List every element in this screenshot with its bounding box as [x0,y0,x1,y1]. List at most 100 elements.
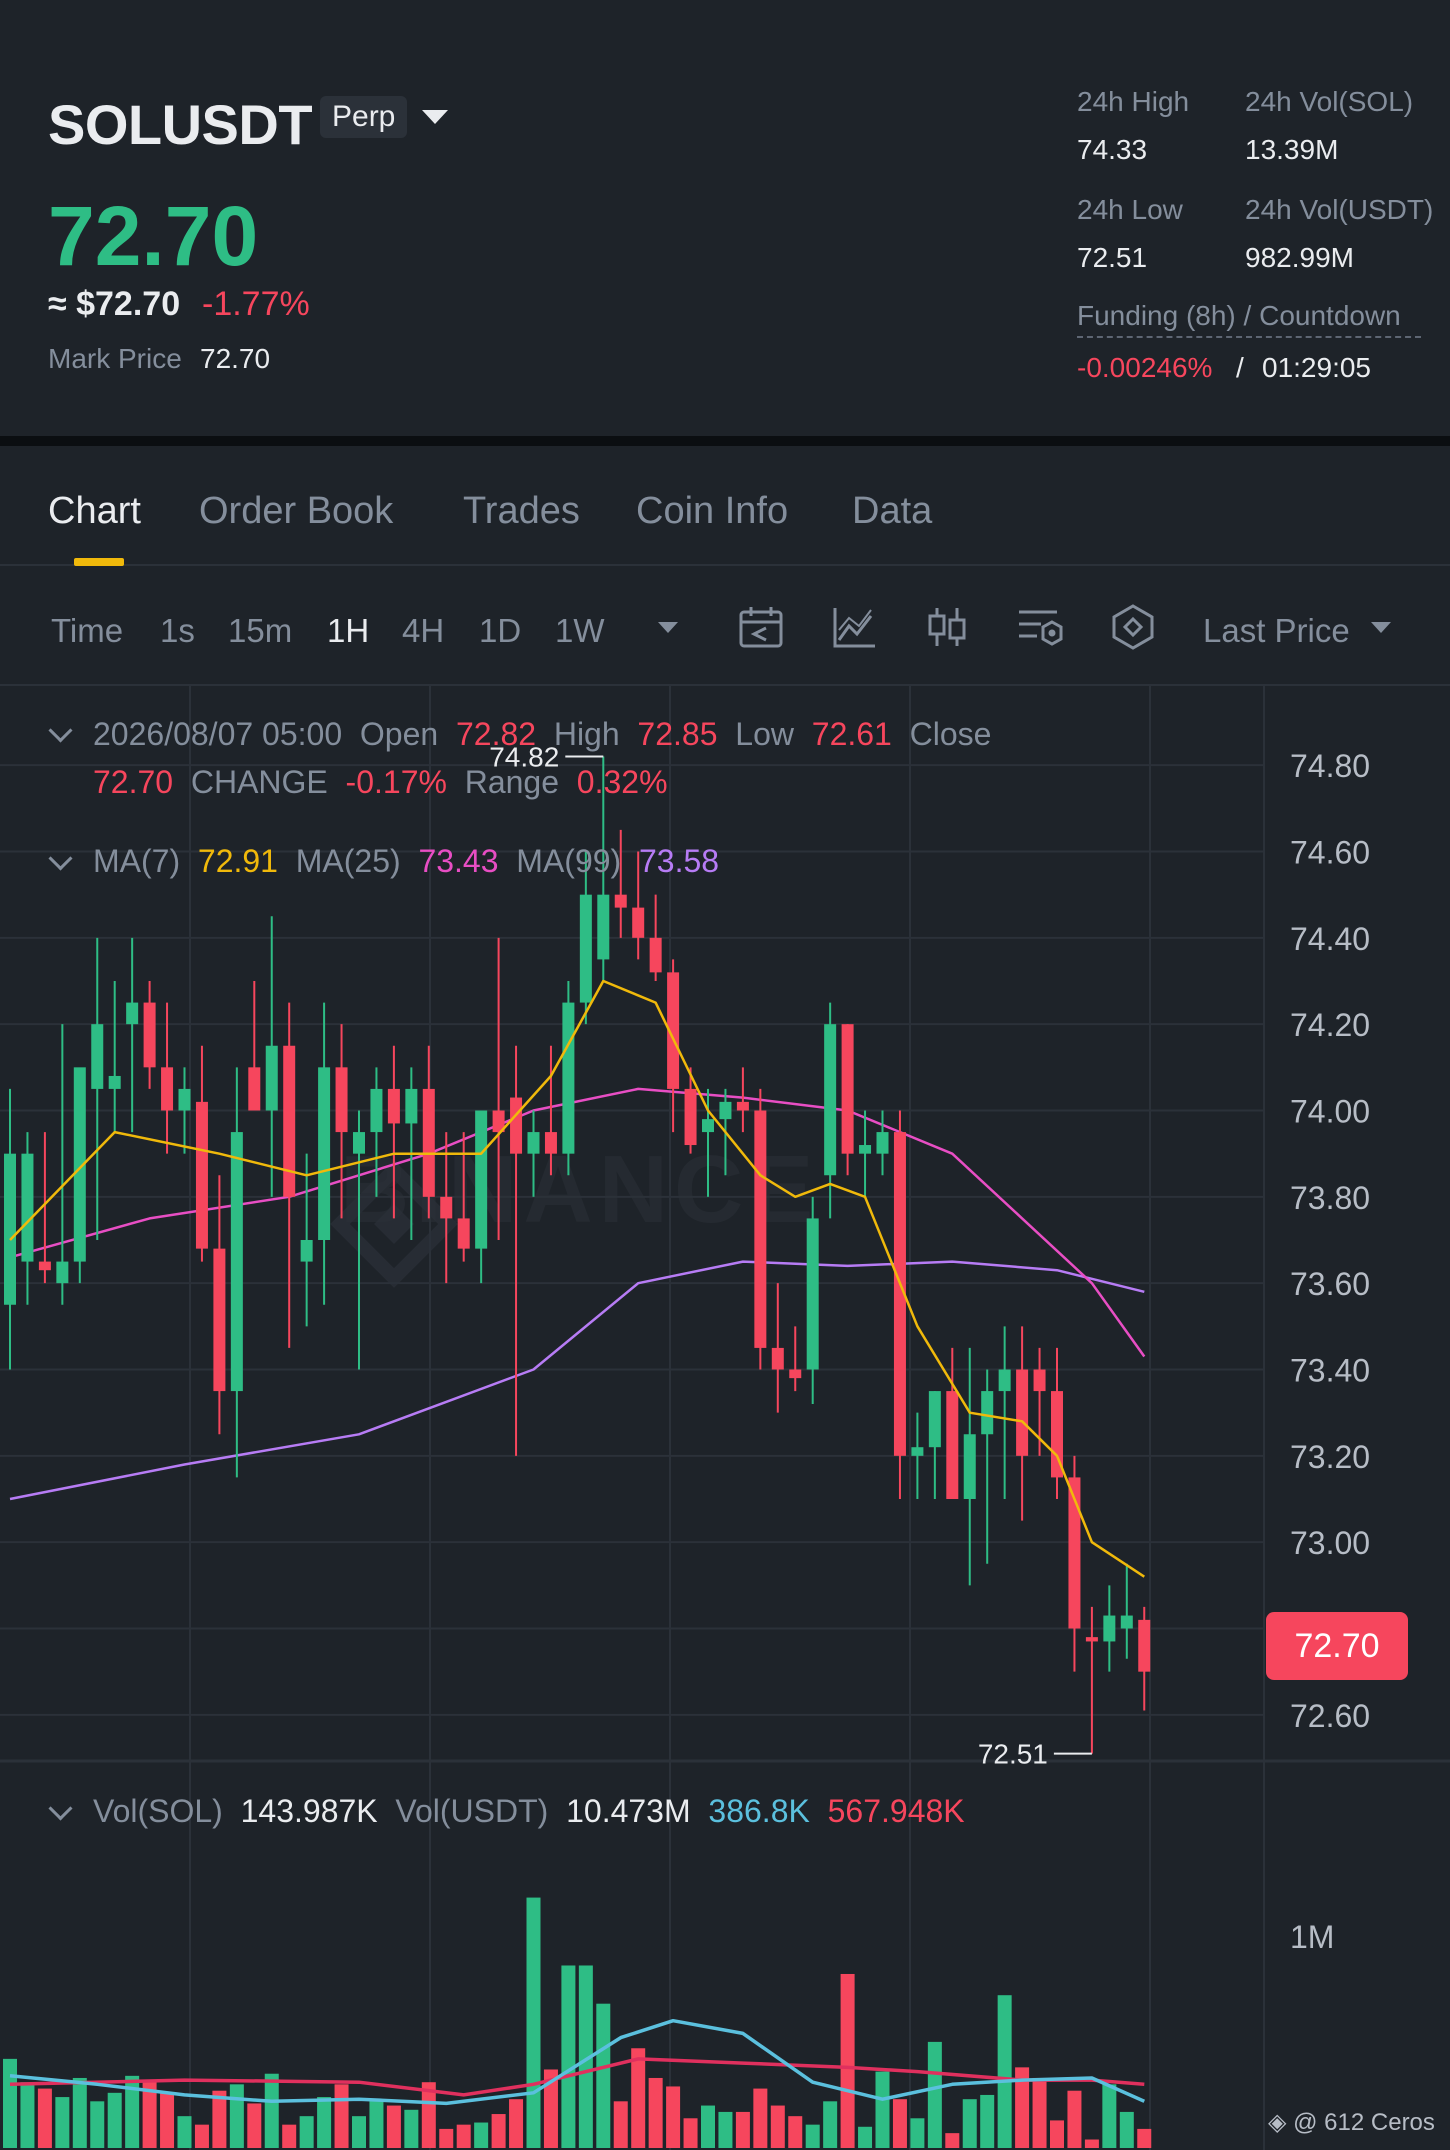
funding-rate: -0.00246% [1077,352,1213,383]
tab-trades[interactable]: Trades [463,490,580,533]
price-tick-label: 74.00 [1290,1094,1370,1130]
stat-vol-sol-value: 13.39M [1245,134,1339,165]
usd-price: ≈ $72.70 [48,285,181,323]
candle-down [632,907,645,938]
ohlc-row-2: 72.70 CHANGE -0.17% Range 0.32% [93,764,668,801]
timeframe-1w[interactable]: 1W [555,612,605,650]
price-tick-label: 73.80 [1290,1180,1370,1216]
volume-bar [20,2082,35,2148]
volume-bar [352,2116,366,2148]
funding-label[interactable]: Funding (8h) / Countdown [1077,300,1421,338]
volume-bar [55,2097,70,2148]
volume-bar [718,2111,733,2148]
candle-down [213,1248,226,1392]
timeframe-15m[interactable]: 15m [228,612,292,650]
candle-down [510,1097,523,1154]
candle-down [38,1261,51,1271]
chart-settings-icon[interactable] [1017,604,1063,650]
volume-bar [282,2124,297,2148]
stat-high-label: 24h High [1077,86,1190,117]
candle-up [859,1145,872,1154]
volume-bar [823,2101,838,2148]
timeframe-1d[interactable]: 1D [479,612,521,650]
volume-bar [177,2116,192,2148]
tab-coin-info[interactable]: Coin Info [636,490,788,533]
volume-bar [107,2092,122,2148]
candle-up [527,1132,540,1154]
candle-up [178,1088,191,1111]
timeframe-4h[interactable]: 4H [402,612,444,650]
volume-bar [334,2084,349,2148]
candle-down [161,1067,174,1111]
volume-bar [1050,2120,1064,2148]
candle-up [1120,1615,1133,1629]
vol-ma10-value: 567.948K [827,1793,965,1829]
volume-bar [666,2086,681,2148]
tab-order-book[interactable]: Order Book [199,490,393,533]
price-type-select[interactable]: Last Price [1203,612,1350,650]
symbol-name[interactable]: SOLUSDT [48,92,313,157]
candle-up [702,1119,714,1133]
more-timeframes-icon[interactable] [658,622,678,633]
candle-up [370,1088,383,1133]
timeframe-1s[interactable]: 1s [160,612,195,650]
candle-up [21,1153,34,1262]
candle-up [981,1391,994,1435]
candle-up [824,1024,837,1176]
timeframe-1h[interactable]: 1H [327,612,369,650]
low-label: Low [735,716,794,752]
candle-up [56,1261,69,1284]
volume-bar [264,2073,279,2148]
price-tick-label: 73.20 [1290,1439,1370,1475]
volume-bar [788,2116,803,2148]
volume-bar [404,2109,419,2148]
calendar-icon[interactable] [738,604,784,650]
timeframe-time[interactable]: Time [51,612,123,650]
tabs-divider [0,564,1450,566]
symbol-dropdown-icon[interactable] [422,110,448,124]
stat-vol-usdt-value: 982.99M [1245,242,1354,273]
volume-bar [317,2097,332,2148]
volume-bar [962,2099,977,2148]
candle-up [597,894,610,960]
volume-bar [526,1897,541,2148]
volume-bar [735,2111,750,2148]
funding-countdown: 01:29:05 [1262,352,1371,383]
candle-down [195,1101,208,1249]
mark-price-label: Mark Price [48,343,182,374]
tab-data[interactable]: Data [852,490,932,533]
funding-separator: / [1236,352,1244,383]
candle-up [405,1088,418,1124]
candle-up [911,1447,924,1456]
candle-down [771,1347,784,1370]
price-type-dropdown-icon[interactable] [1371,622,1391,633]
depth-icon[interactable] [1110,604,1156,650]
volume-bar [1137,2128,1152,2148]
candle-down [614,894,627,908]
extreme-markers: 74.8272.51 [489,742,1092,1770]
candle-down [335,1067,348,1133]
high-value: 72.85 [637,716,718,752]
price-chart[interactable]: BINANCE 74.8074.6074.4074.2074.0073.8073… [0,686,1450,2150]
price-tick-label: 74.80 [1290,748,1370,784]
volume-legend: Vol(SOL) 143.987K Vol(USDT) 10.473M 386.… [93,1793,965,1830]
indicator-icon[interactable] [831,604,877,650]
candle-type-icon[interactable] [924,604,970,650]
vol-usdt-label: Vol(USDT) [395,1793,549,1829]
volume-bar [1084,2139,1099,2148]
candle-down [544,1132,557,1154]
volume-bar [631,2048,646,2148]
tab-chart[interactable]: Chart [48,490,141,533]
price-tick-label: 72.60 [1290,1698,1370,1734]
candle-datetime: 2026/08/07 05:00 [93,716,343,752]
candle-up [998,1369,1011,1392]
candle-down [789,1369,802,1379]
change-label: CHANGE [190,764,328,800]
price-tick-label: 74.60 [1290,835,1370,871]
candle-down [1033,1369,1046,1392]
volume-bar [648,2077,663,2148]
volume-bar [491,2114,506,2148]
vol-sol-label: Vol(SOL) [93,1793,223,1829]
ma-legend: MA(7) 72.91 MA(25) 73.43 MA(99) 73.58 [93,843,719,880]
contract-type-badge: Perp [320,96,408,138]
